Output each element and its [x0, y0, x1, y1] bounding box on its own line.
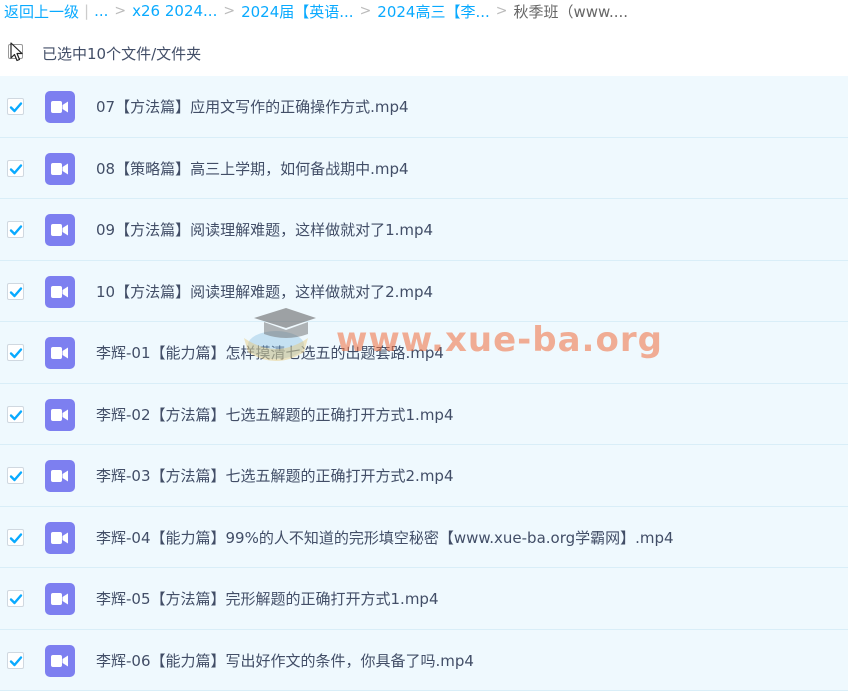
file-name: 08【策略篇】高三上学期，如何备战期中.mp4: [96, 158, 409, 179]
checkmark-icon: [9, 654, 23, 668]
video-camera-icon: [51, 592, 69, 606]
video-file-icon: [45, 337, 75, 369]
row-checkbox[interactable]: [7, 652, 24, 669]
checkmark-icon: [9, 531, 23, 545]
file-name: 李辉-03【方法篇】七选五解题的正确打开方式2.mp4: [96, 465, 454, 486]
breadcrumb-item[interactable]: x26 2024...: [132, 2, 217, 20]
breadcrumb-item[interactable]: 2024届【英语...: [241, 1, 353, 22]
file-name: 10【方法篇】阅读理解难题，这样做就对了2.mp4: [96, 281, 433, 302]
file-row[interactable]: 李辉-04【能力篇】99%的人不知道的完形填空秘密【www.xue-ba.org…: [0, 507, 848, 569]
file-row[interactable]: 李辉-01【能力篇】怎样摸清七选五的出题套路.mp4: [0, 322, 848, 384]
video-camera-icon: [51, 346, 69, 360]
selection-count: 已选中10个文件/文件夹: [42, 43, 201, 64]
video-camera-icon: [51, 223, 69, 237]
file-name: 李辉-06【能力篇】写出好作文的条件，你具备了吗.mp4: [96, 650, 474, 671]
chevron-right-icon: >: [360, 3, 372, 19]
row-checkbox[interactable]: [7, 344, 24, 361]
checkmark-icon: [9, 162, 23, 176]
video-file-icon: [45, 214, 75, 246]
file-row[interactable]: 李辉-06【能力篇】写出好作文的条件，你具备了吗.mp4: [0, 630, 848, 691]
breadcrumb-current: 秋季班（www....: [514, 1, 629, 22]
mouse-pointer-icon: [10, 42, 24, 62]
file-row[interactable]: 09【方法篇】阅读理解难题，这样做就对了1.mp4: [0, 199, 848, 261]
row-checkbox[interactable]: [7, 221, 24, 238]
video-camera-icon: [51, 531, 69, 545]
file-name: 李辉-05【方法篇】完形解题的正确打开方式1.mp4: [96, 588, 439, 609]
breadcrumb: 返回上一级 | ... > x26 2024... > 2024届【英语... …: [0, 0, 848, 22]
video-file-icon: [45, 460, 75, 492]
file-name: 李辉-01【能力篇】怎样摸清七选五的出题套路.mp4: [96, 342, 444, 363]
selection-bar: 已选中10个文件/文件夹: [0, 36, 848, 68]
video-camera-icon: [51, 162, 69, 176]
breadcrumb-ellipsis[interactable]: ...: [94, 2, 108, 20]
file-row[interactable]: 08【策略篇】高三上学期，如何备战期中.mp4: [0, 138, 848, 200]
video-file-icon: [45, 276, 75, 308]
file-row[interactable]: 李辉-03【方法篇】七选五解题的正确打开方式2.mp4: [0, 445, 848, 507]
breadcrumb-back-link[interactable]: 返回上一级: [4, 1, 79, 22]
checkmark-icon: [9, 469, 23, 483]
video-camera-icon: [51, 285, 69, 299]
video-camera-icon: [51, 654, 69, 668]
checkmark-icon: [9, 285, 23, 299]
row-checkbox[interactable]: [7, 283, 24, 300]
video-camera-icon: [51, 469, 69, 483]
chevron-right-icon: >: [496, 3, 508, 19]
row-checkbox[interactable]: [7, 406, 24, 423]
breadcrumb-divider: |: [84, 2, 89, 20]
row-checkbox[interactable]: [7, 467, 24, 484]
file-name: 李辉-04【能力篇】99%的人不知道的完形填空秘密【www.xue-ba.org…: [96, 527, 674, 548]
file-row[interactable]: 李辉-05【方法篇】完形解题的正确打开方式1.mp4: [0, 568, 848, 630]
video-camera-icon: [51, 408, 69, 422]
file-name: 09【方法篇】阅读理解难题，这样做就对了1.mp4: [96, 219, 433, 240]
chevron-right-icon: >: [223, 3, 235, 19]
video-file-icon: [45, 583, 75, 615]
file-list: 07【方法篇】应用文写作的正确操作方式.mp4 08【策略篇】高三上学期，如何备战…: [0, 76, 848, 691]
checkmark-icon: [9, 100, 23, 114]
checkmark-icon: [9, 592, 23, 606]
file-name: 07【方法篇】应用文写作的正确操作方式.mp4: [96, 96, 409, 117]
checkmark-icon: [9, 408, 23, 422]
checkmark-icon: [9, 223, 23, 237]
row-checkbox[interactable]: [7, 590, 24, 607]
row-checkbox[interactable]: [7, 98, 24, 115]
row-checkbox[interactable]: [7, 529, 24, 546]
breadcrumb-item[interactable]: 2024高三【李...: [377, 1, 489, 22]
video-file-icon: [45, 645, 75, 677]
video-file-icon: [45, 399, 75, 431]
video-file-icon: [45, 91, 75, 123]
checkmark-icon: [9, 346, 23, 360]
file-row[interactable]: 07【方法篇】应用文写作的正确操作方式.mp4: [0, 76, 848, 138]
video-file-icon: [45, 153, 75, 185]
video-camera-icon: [51, 100, 69, 114]
row-checkbox[interactable]: [7, 160, 24, 177]
video-file-icon: [45, 522, 75, 554]
file-row[interactable]: 10【方法篇】阅读理解难题，这样做就对了2.mp4: [0, 261, 848, 323]
file-name: 李辉-02【方法篇】七选五解题的正确打开方式1.mp4: [96, 404, 454, 425]
chevron-right-icon: >: [114, 3, 126, 19]
file-row[interactable]: 李辉-02【方法篇】七选五解题的正确打开方式1.mp4: [0, 384, 848, 446]
